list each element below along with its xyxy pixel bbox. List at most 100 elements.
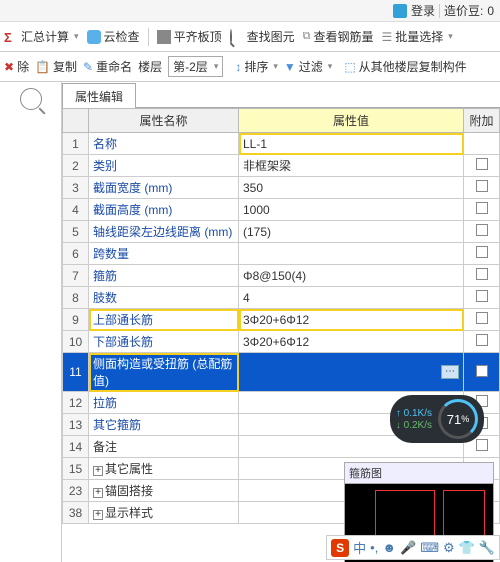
ime-kbd[interactable]: ⌨ — [420, 540, 439, 556]
prop-value[interactable]: 4 — [239, 287, 464, 309]
extra-cell — [464, 177, 500, 199]
login-link[interactable]: 登录 — [411, 2, 435, 19]
ime-emoji[interactable]: ☻ — [382, 540, 396, 555]
table-row[interactable]: 10下部通长筋3Φ20+6Φ12 — [63, 331, 500, 353]
rownum: 12 — [63, 392, 89, 414]
filter-button[interactable]: ▼过滤▾ — [284, 58, 332, 75]
prop-value[interactable]: 350 — [239, 177, 464, 199]
prop-value[interactable]: 3Φ20+6Φ12 — [239, 331, 464, 353]
ellipsis-button[interactable]: ⋯ — [441, 365, 459, 379]
prop-value[interactable]: 1000 — [239, 199, 464, 221]
copy-icon: 📋 — [35, 60, 50, 74]
table-row[interactable]: 9上部通长筋3Φ20+6Φ12 — [63, 309, 500, 331]
rownum: 3 — [63, 177, 89, 199]
checkbox[interactable] — [476, 290, 488, 302]
right-pane: 属性编辑 属性名称 属性值 附加 1名称LL-12类别非框架梁3截面宽度 (mm… — [62, 82, 500, 562]
delete-button[interactable]: ✖除 — [4, 58, 29, 75]
checkbox[interactable] — [476, 334, 488, 346]
prop-name: 肢数 — [89, 287, 239, 309]
extra-cell — [464, 287, 500, 309]
prop-value[interactable]: Φ8@150(4) — [239, 265, 464, 287]
sort-button[interactable]: ↕排序▾ — [235, 58, 278, 75]
copy-button[interactable]: 📋复制 — [35, 58, 77, 75]
rownum: 13 — [63, 414, 89, 436]
table-row[interactable]: 11侧面构造或受扭筋 (总配筋值)⋯ — [63, 353, 500, 392]
rownum: 38 — [63, 502, 89, 524]
checkbox[interactable] — [476, 158, 488, 170]
ime-bar: S 中 •, ☻ 🎤 ⌨ ⚙ 👕 🔧 — [326, 535, 500, 560]
prop-value[interactable]: 非框架梁 — [239, 155, 464, 177]
extra-cell — [464, 309, 500, 331]
prop-name: 侧面构造或受扭筋 (总配筋值) — [89, 353, 239, 392]
net-stats: ↑ 0.1K/s ↓ 0.2K/s — [396, 408, 432, 431]
table-row[interactable]: 8肢数4 — [63, 287, 500, 309]
batch-button[interactable]: ☰批量选择▾ — [381, 28, 452, 45]
checkbox[interactable] — [476, 246, 488, 258]
prop-value[interactable] — [239, 243, 464, 265]
col-name: 属性名称 — [89, 109, 239, 133]
flat-button[interactable]: 平齐板顶 — [157, 28, 222, 45]
floor-select[interactable]: 第-2层▾ — [168, 56, 223, 77]
checkbox[interactable] — [476, 439, 488, 451]
prop-name: 拉筋 — [89, 392, 239, 414]
table-row[interactable]: 4截面高度 (mm)1000 — [63, 199, 500, 221]
checkbox[interactable] — [476, 202, 488, 214]
prop-name: +显示样式 — [89, 502, 239, 524]
filter-icon: ▼ — [284, 60, 296, 74]
table-row[interactable]: 6跨数量 — [63, 243, 500, 265]
checkbox[interactable] — [476, 268, 488, 280]
prop-name: 跨数量 — [89, 243, 239, 265]
extra-cell — [464, 265, 500, 287]
steel-button[interactable]: ⧉查看钢筋量 — [303, 28, 374, 45]
table-row[interactable]: 3截面宽度 (mm)350 — [63, 177, 500, 199]
prop-value[interactable]: 3Φ20+6Φ12 — [239, 309, 464, 331]
prop-name: +其它属性 — [89, 458, 239, 480]
table-row[interactable]: 1名称LL-1 — [63, 133, 500, 155]
table-row[interactable]: 2类别非框架梁 — [63, 155, 500, 177]
expand-icon[interactable]: + — [93, 510, 103, 520]
col-rownum — [63, 109, 89, 133]
find-button[interactable]: 查找图元 — [230, 28, 295, 45]
sum-button[interactable]: Σ汇总计算▾ — [4, 28, 79, 45]
expand-icon[interactable]: + — [93, 488, 103, 498]
expand-icon[interactable]: + — [93, 466, 103, 476]
rownum: 5 — [63, 221, 89, 243]
prop-name: 轴线距梁左边线距离 (mm) — [89, 221, 239, 243]
extra-cell — [464, 331, 500, 353]
cloud-button[interactable]: 云检查 — [87, 28, 140, 45]
extra-cell — [464, 353, 500, 392]
ime-mic[interactable]: 🎤 — [400, 540, 416, 556]
ime-zhong[interactable]: 中 — [353, 538, 366, 557]
table-row[interactable]: 5轴线距梁左边线距离 (mm)(175) — [63, 221, 500, 243]
extra-cell — [464, 243, 500, 265]
prop-value[interactable]: (175) — [239, 221, 464, 243]
col-value: 属性值 — [239, 109, 464, 133]
copyfloor-button[interactable]: ⬚从其他楼层复制构件 — [344, 58, 466, 75]
checkbox[interactable] — [476, 224, 488, 236]
checkbox[interactable] — [476, 312, 488, 324]
sogou-icon[interactable]: S — [331, 539, 349, 557]
checkbox[interactable] — [476, 180, 488, 192]
left-pane — [0, 82, 62, 562]
tab-property-edit[interactable]: 属性编辑 — [62, 83, 136, 108]
arrow-up-icon: ↑ — [396, 408, 401, 419]
sort-icon: ↕ — [235, 60, 241, 74]
rownum: 8 — [63, 287, 89, 309]
ime-punct[interactable]: •, — [370, 540, 378, 555]
rename-button[interactable]: ✎重命名 — [83, 58, 132, 75]
coins-label: 造价豆: — [444, 2, 483, 19]
search-button[interactable] — [20, 88, 42, 110]
ime-skin[interactable]: 👕 — [459, 540, 475, 556]
sigma-icon: Σ — [4, 30, 18, 44]
prop-value[interactable]: LL-1 — [239, 133, 464, 155]
prop-name: 类别 — [89, 155, 239, 177]
prop-name: 下部通长筋 — [89, 331, 239, 353]
ime-gear[interactable]: ⚙ — [443, 540, 455, 556]
network-widget[interactable]: ↑ 0.1K/s ↓ 0.2K/s 71% — [390, 395, 484, 443]
batch-icon: ☰ — [381, 30, 392, 44]
ime-tool[interactable]: 🔧 — [479, 540, 495, 556]
prop-value[interactable]: ⋯ — [239, 353, 464, 392]
rownum: 6 — [63, 243, 89, 265]
checkbox[interactable] — [476, 365, 488, 377]
table-row[interactable]: 7箍筋Φ8@150(4) — [63, 265, 500, 287]
